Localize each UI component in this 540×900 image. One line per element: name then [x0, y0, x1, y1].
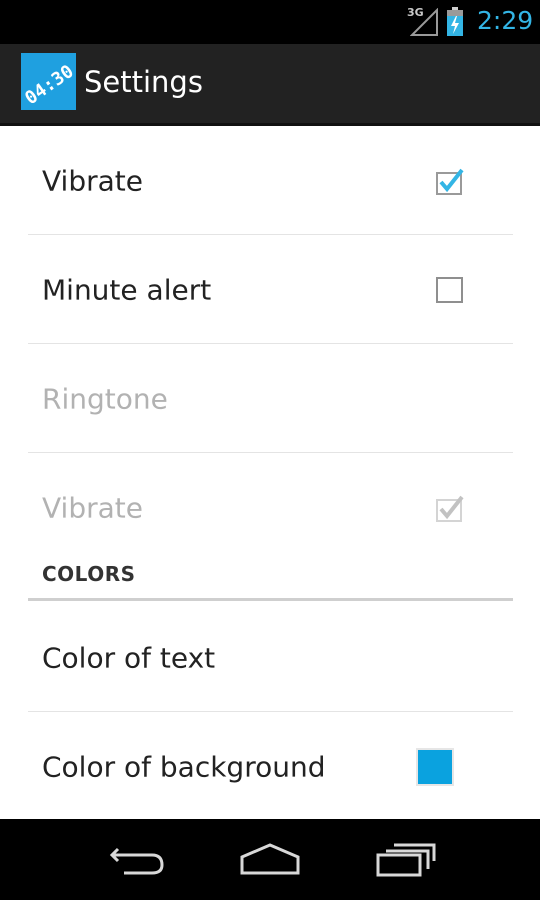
setting-label: Vibrate	[42, 491, 143, 524]
setting-vibrate[interactable]: Vibrate	[0, 126, 540, 235]
setting-label: Color of text	[42, 641, 216, 674]
minute-alert-checkbox[interactable]	[436, 276, 464, 304]
setting-ringtone[interactable]: Ringtone	[0, 344, 540, 453]
back-icon[interactable]	[104, 839, 168, 879]
colors-section-header: COLORS	[0, 562, 540, 602]
setting-minute-alert[interactable]: Minute alert	[0, 235, 540, 344]
recent-apps-icon[interactable]	[374, 839, 438, 879]
clock: 2:29	[477, 6, 534, 35]
setting-label: Color of background	[42, 750, 326, 783]
home-icon[interactable]	[238, 839, 302, 879]
setting-color-of-background[interactable]: Color of background	[0, 712, 540, 821]
navigation-bar	[0, 819, 540, 900]
battery-charging-icon	[447, 7, 463, 36]
vibrate-checkbox-disabled[interactable]	[436, 494, 464, 522]
app-icon[interactable]: 04:30	[21, 53, 76, 110]
status-bar: 3G 2:29	[0, 0, 540, 44]
setting-label: Minute alert	[42, 273, 212, 306]
setting-vibrate-disabled[interactable]: Vibrate	[0, 453, 540, 562]
section-divider	[28, 598, 513, 601]
setting-label: Ringtone	[42, 382, 168, 415]
vibrate-checkbox[interactable]	[436, 167, 464, 195]
signal-icon	[410, 8, 438, 36]
background-color-swatch[interactable]	[416, 747, 454, 786]
action-bar: 04:30 Settings	[0, 44, 540, 126]
setting-color-of-text[interactable]: Color of text	[0, 603, 540, 712]
setting-label: Vibrate	[42, 164, 143, 197]
page-title: Settings	[84, 65, 203, 99]
section-header-label: COLORS	[42, 562, 136, 586]
